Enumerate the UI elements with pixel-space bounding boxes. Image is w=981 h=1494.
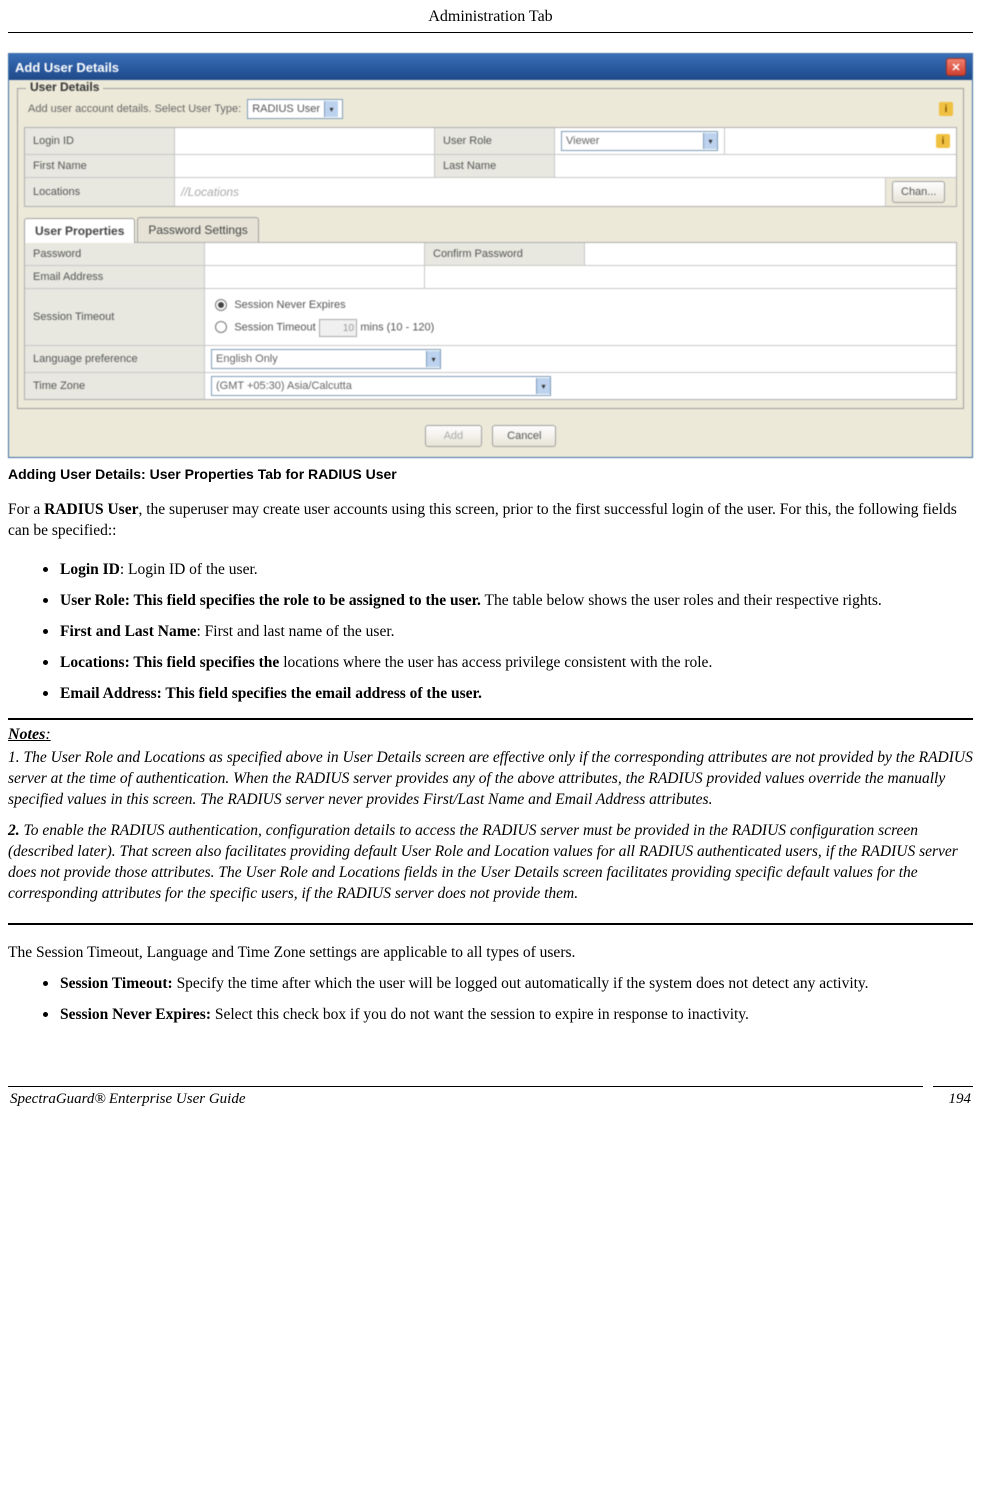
dialog-button-row: Add Cancel bbox=[9, 417, 972, 457]
list-item: Session Never Expires: Select this check… bbox=[60, 1001, 973, 1026]
text-span: For a bbox=[8, 501, 44, 518]
radio-session-timeout[interactable]: Session Timeout 10 mins (10 - 120) bbox=[215, 319, 434, 337]
info-icon[interactable]: i bbox=[936, 134, 950, 148]
form-grid-props: Password Confirm Password Email Address … bbox=[24, 242, 957, 400]
user-type-value: RADIUS User bbox=[252, 103, 320, 115]
close-icon[interactable]: ✕ bbox=[946, 58, 966, 76]
text-bold: Login ID bbox=[60, 561, 120, 578]
user-role-select[interactable]: Viewer ▾ bbox=[561, 131, 718, 151]
chevron-down-icon: ▾ bbox=[536, 378, 550, 394]
first-name-label: First Name bbox=[25, 155, 175, 177]
timeout-suffix: mins (10 - 120) bbox=[360, 322, 434, 334]
last-name-input[interactable] bbox=[555, 155, 956, 177]
language-label: Language preference bbox=[25, 346, 205, 372]
page-number: 194 bbox=[949, 1091, 972, 1108]
timezone-value: (GMT +05:30) Asia/Calcutta bbox=[216, 380, 536, 392]
footer-left: SpectraGuard® Enterprise User Guide bbox=[10, 1091, 245, 1108]
text-bold: 2. bbox=[8, 822, 20, 839]
add-button[interactable]: Add bbox=[425, 425, 483, 447]
text-span: Specify the time after which the user wi… bbox=[173, 975, 869, 992]
chevron-down-icon: ▾ bbox=[703, 133, 717, 149]
text-span: The table below shows the user roles and… bbox=[481, 592, 882, 609]
timezone-label: Time Zone bbox=[25, 373, 205, 399]
login-id-input[interactable] bbox=[175, 128, 435, 154]
list-item: Session Timeout: Specify the time after … bbox=[60, 970, 973, 995]
user-details-groupbox: User Details Add user account details. S… bbox=[17, 88, 964, 409]
text-bold: User Role: This field specifies the role… bbox=[60, 592, 481, 609]
user-type-select[interactable]: RADIUS User ▾ bbox=[247, 99, 343, 119]
email-input[interactable] bbox=[205, 266, 425, 288]
bullet-list-1: Login ID: Login ID of the user. User Rol… bbox=[8, 556, 973, 705]
list-item: Email Address: This field specifies the … bbox=[60, 680, 973, 705]
locations-field: //Locations bbox=[175, 178, 886, 206]
user-role-label: User Role bbox=[435, 128, 555, 154]
page-header: Administration Tab bbox=[8, 8, 973, 33]
note-1: 1. The User Role and Locations as specif… bbox=[8, 748, 973, 811]
body-text: For a RADIUS User, the superuser may cre… bbox=[8, 500, 973, 1026]
password-label: Password bbox=[25, 243, 205, 265]
text-span: Select this check box if you do not want… bbox=[211, 1006, 749, 1023]
language-value: English Only bbox=[216, 353, 426, 365]
note-2: 2. To enable the RADIUS authentication, … bbox=[8, 821, 973, 905]
text-span: : Login ID of the user. bbox=[120, 561, 258, 578]
page-footer: SpectraGuard® Enterprise User Guide 194 bbox=[8, 1086, 973, 1108]
form-grid-top: Login ID User Role Viewer ▾ i First Name bbox=[24, 127, 957, 207]
radio-icon bbox=[215, 321, 227, 333]
password-input[interactable] bbox=[205, 243, 425, 265]
add-user-dialog: Add User Details ✕ User Details Add user… bbox=[8, 53, 973, 458]
dialog-title: Add User Details bbox=[15, 60, 119, 75]
dialog-titlebar: Add User Details ✕ bbox=[9, 54, 972, 80]
intro-paragraph: For a RADIUS User, the superuser may cre… bbox=[8, 500, 973, 542]
last-name-label: Last Name bbox=[435, 155, 555, 177]
first-name-input[interactable] bbox=[175, 155, 435, 177]
user-role-value: Viewer bbox=[566, 135, 703, 147]
tab-user-properties[interactable]: User Properties bbox=[24, 218, 135, 243]
email-label: Email Address bbox=[25, 266, 205, 288]
session-timeout-label: Session Timeout bbox=[25, 289, 205, 345]
change-button[interactable]: Chan... bbox=[892, 181, 945, 203]
figure-caption: Adding User Details: User Properties Tab… bbox=[8, 466, 973, 482]
chevron-down-icon: ▾ bbox=[324, 101, 338, 117]
radio-never-expires[interactable]: Session Never Expires bbox=[215, 297, 346, 311]
text-bold: Session Never Expires: bbox=[60, 1006, 211, 1023]
confirm-password-input[interactable] bbox=[585, 243, 956, 265]
text-bold: Email Address: This field specifies the … bbox=[60, 685, 482, 702]
spacer bbox=[425, 266, 956, 288]
instruction-text: Add user account details. Select User Ty… bbox=[28, 103, 241, 115]
groupbox-legend: User Details bbox=[26, 80, 103, 94]
info-icon[interactable]: i bbox=[939, 102, 953, 116]
notes-title: Notes bbox=[8, 726, 45, 743]
list-item: Locations: This field specifies the loca… bbox=[60, 649, 973, 674]
timeout-prefix: Session Timeout bbox=[234, 322, 315, 334]
never-expires-text: Session Never Expires bbox=[234, 299, 345, 311]
text-span: To enable the RADIUS authentication, con… bbox=[8, 822, 958, 902]
text-span: locations where the user has access priv… bbox=[279, 654, 712, 671]
login-id-label: Login ID bbox=[25, 128, 175, 154]
text-span: : First and last name of the user. bbox=[196, 623, 394, 640]
confirm-password-label: Confirm Password bbox=[425, 243, 585, 265]
chevron-down-icon: ▾ bbox=[426, 351, 440, 367]
timeout-spinner[interactable]: 10 bbox=[319, 319, 357, 337]
property-tabs: User Properties Password Settings bbox=[24, 217, 957, 242]
text-bold: Session Timeout: bbox=[60, 975, 173, 992]
after-notes-paragraph: The Session Timeout, Language and Time Z… bbox=[8, 943, 973, 964]
text-bold: First and Last Name bbox=[60, 623, 196, 640]
list-item: First and Last Name: First and last name… bbox=[60, 618, 973, 643]
locations-label: Locations bbox=[25, 178, 175, 206]
cancel-button[interactable]: Cancel bbox=[492, 425, 556, 447]
tab-password-settings[interactable]: Password Settings bbox=[137, 217, 258, 242]
list-item: User Role: This field specifies the role… bbox=[60, 587, 973, 612]
text-span: , the superuser may create user accounts… bbox=[8, 501, 957, 539]
notes-block: Notes: 1. The User Role and Locations as… bbox=[8, 718, 973, 924]
list-item: Login ID: Login ID of the user. bbox=[60, 556, 973, 581]
radio-icon bbox=[215, 299, 227, 311]
timezone-select[interactable]: (GMT +05:30) Asia/Calcutta ▾ bbox=[211, 376, 551, 396]
bullet-list-2: Session Timeout: Specify the time after … bbox=[8, 970, 973, 1026]
language-select[interactable]: English Only ▾ bbox=[211, 349, 441, 369]
text-bold: RADIUS User bbox=[44, 501, 138, 518]
text-bold: Locations: This field specifies the bbox=[60, 654, 279, 671]
